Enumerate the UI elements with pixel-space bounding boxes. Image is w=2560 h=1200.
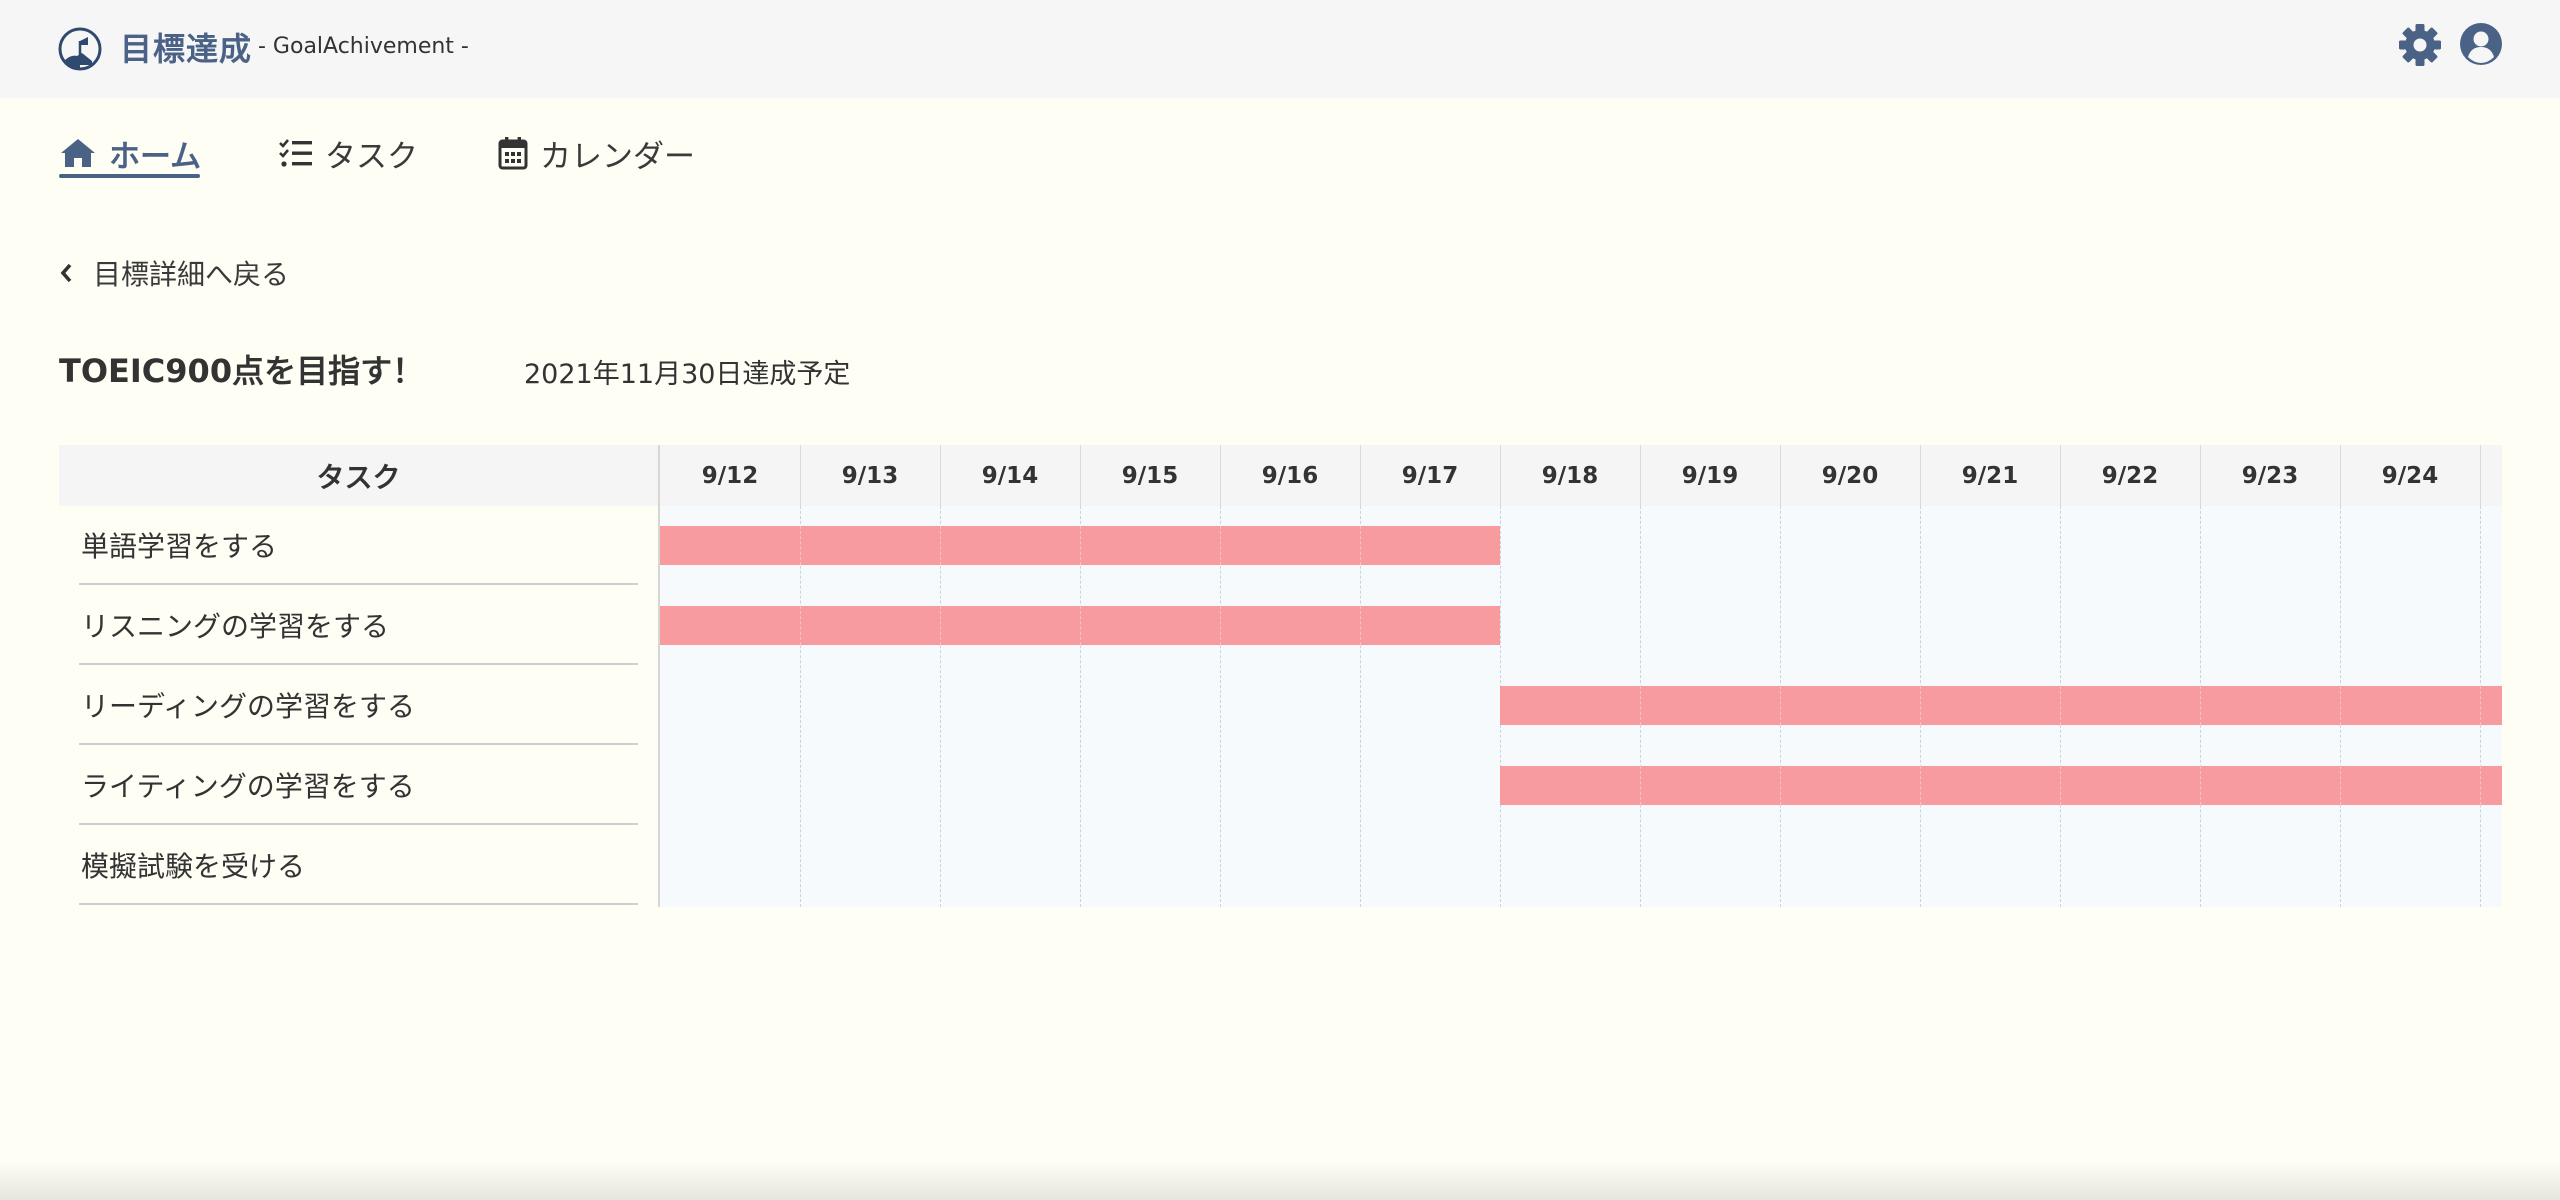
tab-calendar-label: カレンダー [540,138,695,175]
column-gridline [800,506,801,907]
task-row[interactable]: 模擬試験を受ける [79,826,638,905]
home-icon [61,139,95,167]
task-row[interactable]: ライティングの学習をする [79,746,638,825]
date-header-cell: 9/14 [981,462,1039,489]
goal-title: TOEIC900点を目指す！ [59,352,425,390]
date-header-cell: 9/23 [2241,462,2299,489]
task-bar-day-divider [2060,766,2061,805]
task-bar[interactable] [1500,686,2502,725]
task-bar-day-divider [1780,766,1781,805]
date-header-cell: 9/21 [1961,462,2019,489]
logo-icon[interactable] [58,27,102,71]
column-divider [1220,445,1221,506]
column-divider [800,445,801,506]
date-header-cell: 9/19 [1681,462,1739,489]
date-header-cell: 9/12 [701,462,759,489]
task-bar-day-divider [800,606,801,645]
column-divider [2060,445,2061,506]
column-gridline [1220,506,1221,907]
column-divider [1640,445,1641,506]
active-tab-indicator [59,174,200,178]
tab-home-label: ホーム [109,138,202,175]
tab-home[interactable]: ホーム [59,128,201,178]
app-subtitle: - GoalAchivement - [258,34,469,59]
bottom-shadow [0,1160,2560,1200]
task-bar-day-divider [2340,766,2341,805]
task-bar-day-divider [1920,686,1921,725]
task-bar[interactable] [1500,766,2502,805]
date-header-cell: 9/22 [2101,462,2159,489]
task-bar-day-divider [940,606,941,645]
task-bar-day-divider [1080,606,1081,645]
column-gridline [1080,506,1081,907]
column-divider [2200,445,2201,506]
gear-icon[interactable] [2397,22,2443,68]
column-gridline [940,506,941,907]
task-column: タスク 単語学習をする リスニングの学習をする リーディングの学習をする ライテ… [59,445,658,907]
task-bar-day-divider [1220,606,1221,645]
app-header: 目標達成 - GoalAchivement - [0,0,2560,98]
task-bar-day-divider [1920,766,1921,805]
task-bar-day-divider [1220,526,1221,565]
column-divider [1360,445,1361,506]
timeline-grid: 9/12 9/13 9/14 9/15 9/16 9/17 9/18 9/19 9/20 9/21… [658,445,2502,907]
list-check-icon [279,139,312,167]
task-bar-day-divider [1780,686,1781,725]
task-bar-day-divider [2200,766,2201,805]
date-header-cell: 9/20 [1821,462,1879,489]
task-bar-day-divider [2060,686,2061,725]
date-header-cell: 9/15 [1121,462,1179,489]
date-header-cell: 9/13 [841,462,899,489]
column-divider [1500,445,1501,506]
column-divider [1780,445,1781,506]
column-gridline [1360,506,1361,907]
date-header-cell: 9/16 [1261,462,1319,489]
goal-due-date: 2021年11月30日達成予定 [524,359,851,390]
task-bar-day-divider [1360,526,1361,565]
task-bar-day-divider [940,526,941,565]
gantt-chart: タスク 単語学習をする リスニングの学習をする リーディングの学習をする ライテ… [59,445,2502,907]
task-bar-day-divider [2480,766,2481,805]
task-bar-day-divider [800,526,801,565]
date-header-cell: 9/24 [2381,462,2439,489]
column-divider [2480,445,2481,506]
column-divider [940,445,941,506]
task-bar-day-divider [2340,686,2341,725]
column-divider [2340,445,2341,506]
chevron-left-icon [60,263,72,283]
task-bar-day-divider [1640,686,1641,725]
task-bar-day-divider [1360,606,1361,645]
task-row[interactable]: リスニングの学習をする [79,586,638,665]
user-circle-icon[interactable] [2459,22,2503,66]
calendar-icon [498,137,528,170]
task-bar-day-divider [1640,766,1641,805]
tab-task[interactable]: タスク [279,128,418,178]
tab-task-label: タスク [325,138,418,175]
date-header-cell: 9/17 [1401,462,1459,489]
back-to-goal-link[interactable]: 目標詳細へ戻る [59,253,289,293]
task-bar-day-divider [2480,686,2481,725]
app-title[interactable]: 目標達成 [120,24,252,70]
column-divider [1080,445,1081,506]
task-row[interactable]: リーディングの学習をする [79,666,638,745]
back-link-label: 目標詳細へ戻る [93,258,290,291]
task-column-header: タスク [59,445,658,506]
tab-calendar[interactable]: カレンダー [498,128,695,178]
column-divider [1920,445,1921,506]
task-bar-day-divider [1080,526,1081,565]
task-bar-day-divider [2200,686,2201,725]
task-row[interactable]: 単語学習をする [79,506,638,585]
date-header-cell: 9/18 [1541,462,1599,489]
